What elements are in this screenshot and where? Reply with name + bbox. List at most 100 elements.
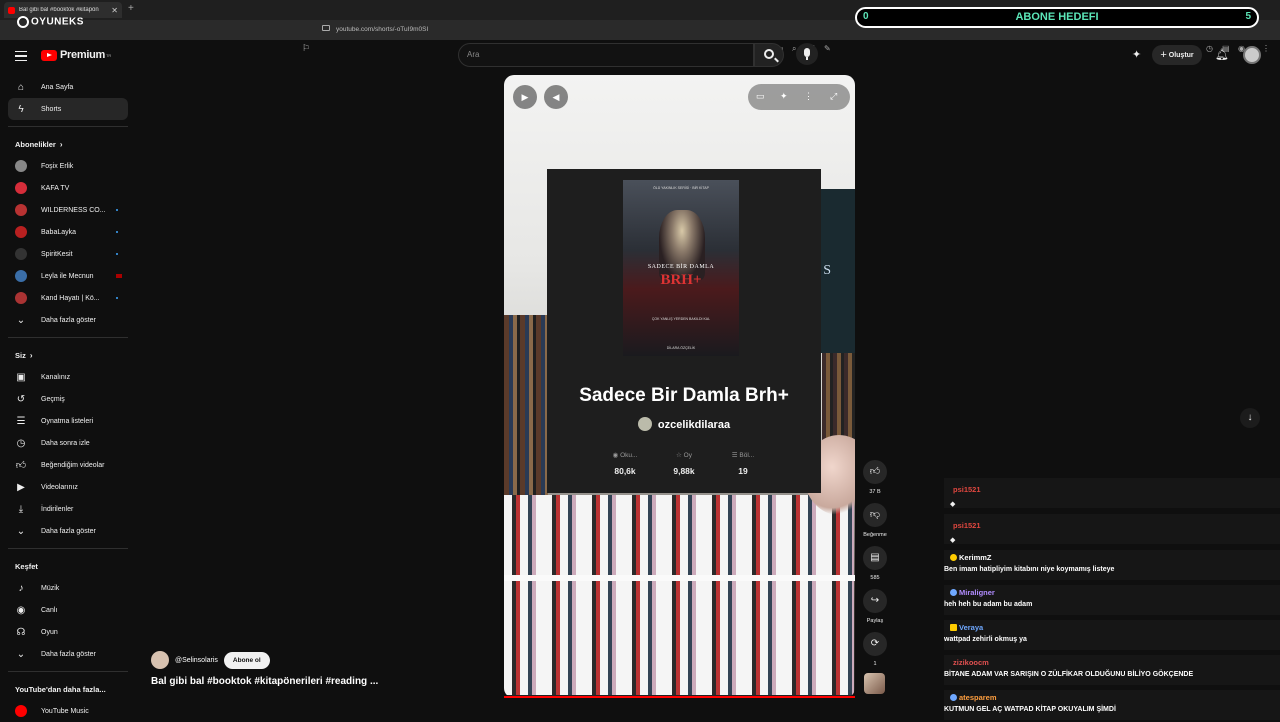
menu-icon[interactable] bbox=[15, 51, 27, 61]
sidebar-item-your-videos[interactable]: ▶ Videolarınız bbox=[8, 476, 128, 498]
chat-text: BİTANE ADAM VAR SARIŞIN O ZÜLFİKAR OLDUĞ… bbox=[944, 671, 1194, 678]
volume-icon: ◀ bbox=[552, 91, 560, 102]
sound-thumbnail[interactable] bbox=[864, 673, 885, 694]
channel-avatar-icon bbox=[15, 204, 27, 216]
channel-avatar-icon bbox=[15, 182, 27, 194]
ask-icon[interactable]: ✦ bbox=[1132, 48, 1141, 61]
sidebar-item-subscription[interactable]: SpiritKesit bbox=[8, 243, 128, 265]
share-button[interactable]: ↪ Paylaş bbox=[860, 589, 890, 632]
sidebar-item-gaming[interactable]: ☊ Oyun bbox=[8, 621, 128, 643]
sidebar-item-label: Shorts bbox=[41, 105, 62, 113]
settings-icon[interactable]: ✦ bbox=[780, 91, 788, 102]
liked-icon: 👍︎ bbox=[15, 460, 27, 471]
sidebar-item-label: Oyun bbox=[41, 628, 58, 636]
avatar[interactable] bbox=[1243, 46, 1261, 64]
fullscreen-icon[interactable]: ⤢ bbox=[830, 91, 837, 102]
sidebar-item-youtube-music[interactable]: YouTube Music bbox=[8, 700, 128, 722]
dislike-label: Beğenme bbox=[863, 532, 887, 538]
sidebar-item-watch-later[interactable]: ◷ Daha sonra izle bbox=[8, 432, 128, 454]
close-tab-icon[interactable]: ✕ bbox=[111, 6, 118, 15]
stat-label: Oku... bbox=[620, 452, 638, 459]
sidebar-item-label: SpiritKesit bbox=[41, 250, 73, 258]
sidebar-item-show-more[interactable]: ⌄ Daha fazla göster bbox=[8, 643, 128, 665]
new-content-dot bbox=[116, 297, 118, 299]
short-video-player[interactable]: TA S ÖLÜ YAKINLIK SERİSİ · BİR KİTAP SAD… bbox=[504, 75, 855, 698]
live-icon bbox=[116, 274, 122, 278]
live-icon: ◉ bbox=[16, 604, 26, 616]
stat-label: Böl... bbox=[739, 452, 755, 459]
star-icon: ☆ bbox=[676, 452, 684, 459]
channel-avatar[interactable] bbox=[151, 651, 169, 669]
search-input[interactable]: Ara bbox=[458, 43, 754, 67]
chat-username: Veraya bbox=[959, 623, 984, 632]
create-button[interactable]: + Oluştur bbox=[1152, 45, 1202, 65]
captions-icon[interactable]: ▭ bbox=[756, 91, 765, 102]
chat-message: zizikoocm BİTANE ADAM VAR SARIŞIN O ZÜLF… bbox=[944, 655, 1280, 685]
subscribe-button[interactable]: Abone ol bbox=[223, 651, 270, 669]
sidebar-item-subscription[interactable]: Leyla ile Mecnun bbox=[8, 265, 128, 287]
like-icon: 👍︎ bbox=[863, 460, 887, 484]
play-button[interactable]: ▶ bbox=[513, 85, 537, 109]
sidebar-item-subscription[interactable]: WILDERNESS CO... bbox=[8, 199, 128, 221]
downloads-icon: ⤓ bbox=[18, 503, 24, 515]
youtube-play-logo-icon bbox=[41, 49, 57, 61]
chat-text: KUTMUN GEL AÇ WATPAD KİTAP OKUYALIM ŞİMD… bbox=[944, 706, 1116, 713]
chat-message: atesparem KUTMUN GEL AÇ WATPAD KİTAP OKU… bbox=[944, 690, 1280, 720]
video-progress-bar[interactable] bbox=[504, 696, 855, 698]
comment-button[interactable]: ▤ 585 bbox=[860, 546, 890, 589]
sidebar-item-label: Daha fazla göster bbox=[41, 527, 96, 535]
subscriber-goal-bar: 0 ABONE HEDEFI 5 bbox=[855, 7, 1259, 28]
sidebar-item-liked[interactable]: 👍︎ Beğendiğim videolar bbox=[8, 454, 128, 476]
comment-icon: ▤ bbox=[863, 546, 887, 570]
sidebar-item-live[interactable]: ◉ Canlı bbox=[8, 599, 128, 621]
url-field[interactable]: youtube.com/shorts/-oTuI9m0SI bbox=[318, 23, 858, 37]
sidebar-item-your-channel[interactable]: ▣ Kanalınız bbox=[8, 366, 128, 388]
music-icon: ♪ bbox=[18, 582, 24, 594]
sidebar-item-show-more[interactable]: ⌄ Daha fazla göster bbox=[8, 309, 128, 331]
chat-username: psi1521 bbox=[953, 521, 981, 530]
chat-text: heh heh bu adam bu adam bbox=[944, 601, 1033, 608]
remix-button[interactable]: ⟳ 1 bbox=[860, 632, 890, 675]
subscriptions-header[interactable]: Abonelikler › bbox=[8, 133, 128, 155]
voice-search-icon[interactable] bbox=[796, 43, 818, 65]
sidebar-item-playlists[interactable]: ☰ Oynatma listeleri bbox=[8, 410, 128, 432]
sidebar-item-subscription[interactable]: BabaLayka bbox=[8, 221, 128, 243]
sidebar-item-subscription[interactable]: KAFA TV bbox=[8, 177, 128, 199]
emote-icon: ◆ bbox=[950, 537, 956, 544]
search-button[interactable] bbox=[754, 43, 784, 67]
your-videos-icon: ▶ bbox=[17, 481, 25, 493]
sidebar-item-subscription[interactable]: Foşix Erlik bbox=[8, 155, 128, 177]
section-title: Abonelikler bbox=[15, 139, 56, 149]
sidebar-item-label: İndirilenler bbox=[41, 505, 74, 513]
next-short-button[interactable]: ↓ bbox=[1240, 408, 1260, 428]
badge-icon bbox=[950, 554, 957, 561]
like-button[interactable]: 👍︎ 37 B bbox=[860, 460, 890, 503]
sidebar-item-music[interactable]: ♪ Müzik bbox=[8, 577, 128, 599]
sidebar-item-subscription[interactable]: Kand Hayatı | Kö... bbox=[8, 287, 128, 309]
dislike-button[interactable]: 👎︎ Beğenme bbox=[860, 503, 890, 546]
chat-username: psi1521 bbox=[953, 485, 981, 494]
you-header[interactable]: Siz › bbox=[8, 344, 128, 366]
sidebar-item-shorts[interactable]: ϟ Shorts bbox=[8, 98, 128, 120]
channel-name[interactable]: @Selinsolaris bbox=[175, 657, 218, 664]
youtube-logo[interactable]: Premium TR bbox=[41, 49, 111, 61]
new-content-dot bbox=[116, 253, 118, 255]
explore-header: Keşfet bbox=[8, 555, 128, 577]
sidebar-item-history[interactable]: ↺ Geçmiş bbox=[8, 388, 128, 410]
sidebar-item-label: Daha fazla göster bbox=[41, 650, 96, 658]
sidebar-item-show-more[interactable]: ⌄ Daha fazla göster bbox=[8, 520, 128, 542]
chevron-down-icon: ⌄ bbox=[16, 648, 26, 660]
new-tab-icon[interactable]: + bbox=[128, 3, 134, 14]
more-options-icon[interactable]: ⋮ bbox=[804, 91, 813, 102]
video-title[interactable]: Bal gibi bal #booktok #kitapönerileri #r… bbox=[151, 676, 378, 687]
mute-button[interactable]: ◀ bbox=[544, 85, 568, 109]
notifications-icon[interactable]: 🔔︎ bbox=[1215, 48, 1229, 61]
channel-avatar-icon bbox=[15, 270, 27, 282]
watch-later-icon: ◷ bbox=[16, 437, 26, 449]
chat-username: Miraligner bbox=[959, 588, 995, 597]
youtube-favicon-icon bbox=[8, 6, 15, 14]
sidebar-item-label: Müzik bbox=[41, 584, 60, 592]
sidebar-item-downloads[interactable]: ⤓ İndirilenler bbox=[8, 498, 128, 520]
sidebar-item-home[interactable]: ⌂ Ana Sayfa bbox=[8, 76, 128, 98]
gaming-icon: ☊ bbox=[16, 626, 26, 638]
